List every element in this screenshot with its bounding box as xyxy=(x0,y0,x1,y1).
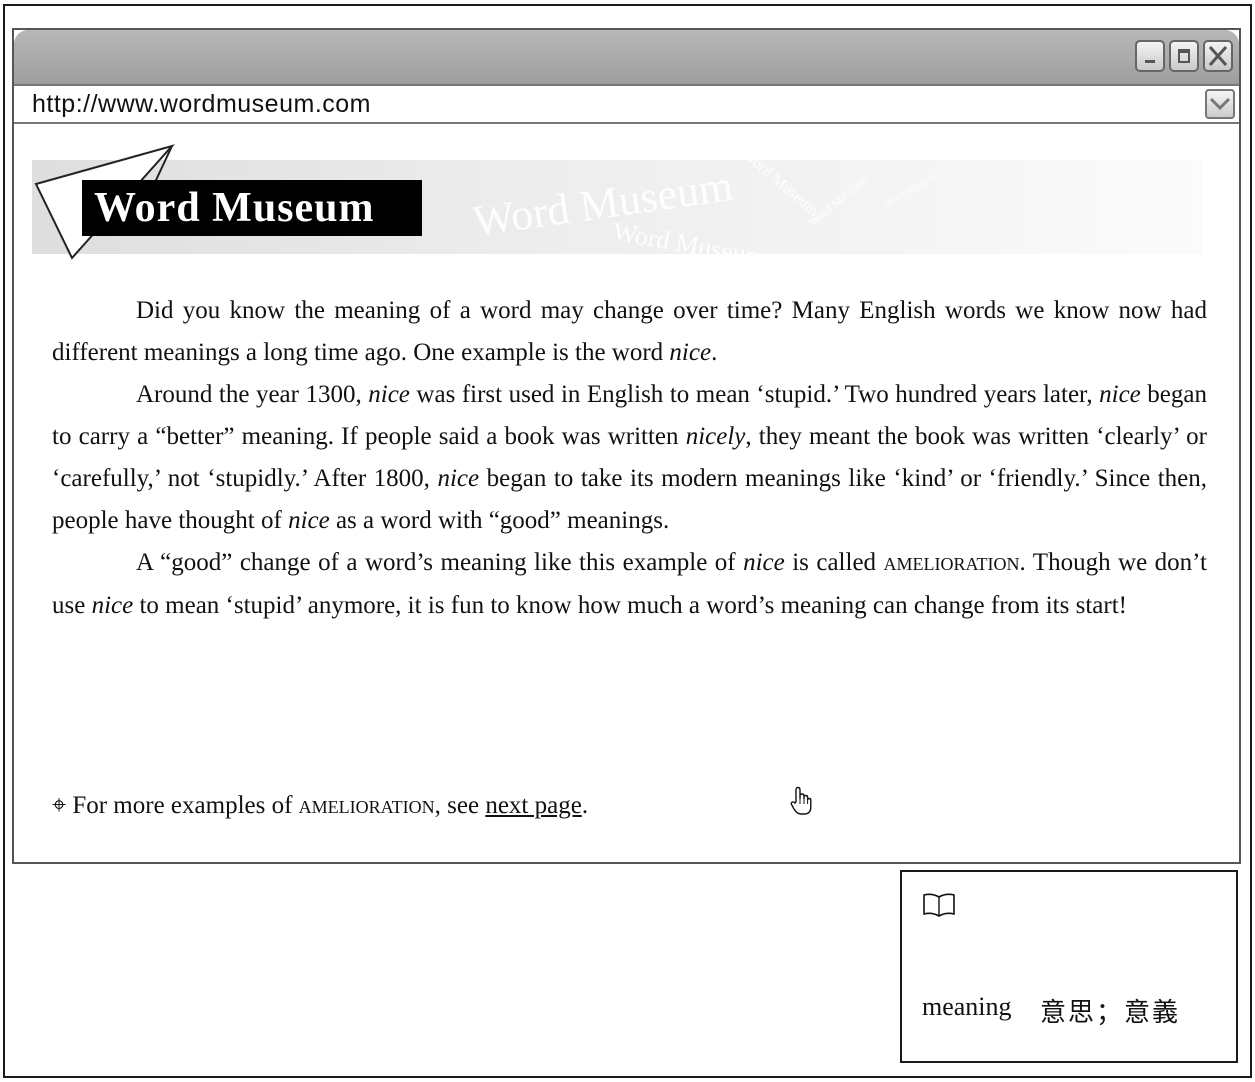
glossary-word: meaning xyxy=(922,992,1012,1021)
glossary-box: meaning 意思；意義 xyxy=(900,870,1238,1063)
address-bar[interactable]: http://www.wordmuseum.com xyxy=(14,84,1239,124)
minimize-icon xyxy=(1145,60,1155,63)
next-page-link[interactable]: next page xyxy=(485,792,581,819)
hand-cursor-icon xyxy=(790,786,812,815)
maximize-button[interactable] xyxy=(1169,40,1199,72)
article-paragraph: A “good” change of a word’s meaning like… xyxy=(52,549,1207,619)
browser-window: http://www.wordmuseum.com Word Museum Wo… xyxy=(12,28,1241,864)
title-bar xyxy=(14,30,1239,84)
url-dropdown-button[interactable] xyxy=(1205,89,1235,119)
bullet-icon: ⌖ xyxy=(52,792,67,819)
close-icon xyxy=(1208,46,1228,66)
article-body: Did you know the meaning of a word may c… xyxy=(52,290,1207,627)
page-content: Word Museum Word Museum Word Museum Word… xyxy=(14,124,1239,862)
article-paragraph: Did you know the meaning of a word may c… xyxy=(52,297,1207,366)
url-text[interactable]: http://www.wordmuseum.com xyxy=(32,90,371,119)
site-banner: Word Museum Word Museum Word Museum Word… xyxy=(32,144,1202,302)
site-logo: Word Museum xyxy=(82,180,422,236)
book-icon xyxy=(923,893,955,917)
window-controls xyxy=(1135,40,1233,72)
glossary-definition: 意思；意義 xyxy=(1040,998,1181,1028)
minimize-button[interactable] xyxy=(1135,40,1165,72)
more-examples-line: ⌖ For more examples of AMELIORATION, see… xyxy=(52,792,589,819)
close-button[interactable] xyxy=(1203,40,1233,72)
maximize-icon xyxy=(1178,49,1190,63)
chevron-down-icon xyxy=(1209,97,1231,111)
article-paragraph: Around the year 1300, nice was first use… xyxy=(52,381,1207,534)
